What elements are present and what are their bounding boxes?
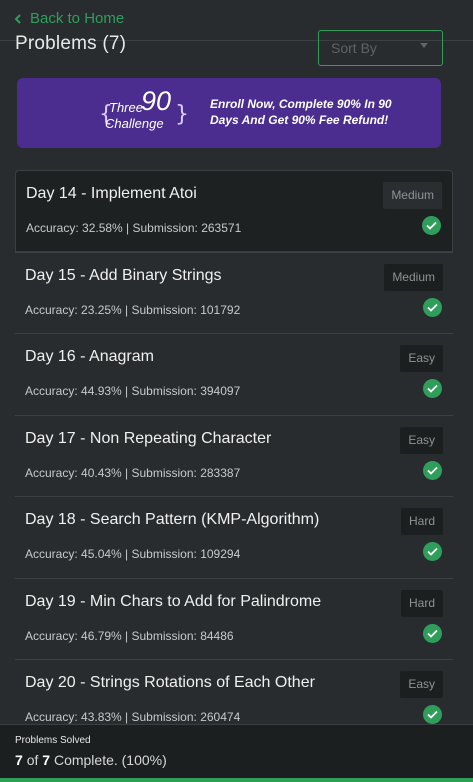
problem-stats: Accuracy: 43.83% | Submission: 260474	[25, 710, 241, 724]
problem-title[interactable]: Day 15 - Add Binary Strings	[25, 267, 222, 285]
solved-check-icon	[423, 379, 442, 398]
solved-check-icon	[423, 705, 442, 724]
progress-bar	[0, 778, 473, 782]
problem-row[interactable]: Day 15 - Add Binary Strings Accuracy: 23.…	[15, 251, 453, 334]
problem-stats: Accuracy: 32.58% | Submission: 263571	[26, 221, 242, 235]
problem-list: Day 14 - Implement Atoi Accuracy: 32.58% …	[15, 170, 453, 741]
problem-title[interactable]: Day 20 - Strings Rotations of Each Other	[25, 674, 315, 692]
page-title: Problems (7)	[15, 33, 127, 54]
solved-check-icon	[422, 216, 441, 235]
difficulty-badge: Medium	[383, 182, 442, 209]
problem-row[interactable]: Day 18 - Search Pattern (KMP-Algorithm) A…	[15, 496, 453, 578]
sort-placeholder: Sort By	[331, 40, 377, 56]
problem-title[interactable]: Day 17 - Non Repeating Character	[25, 430, 271, 448]
difficulty-badge: Medium	[384, 263, 443, 291]
chevron-left-icon	[14, 13, 21, 24]
problem-stats: Accuracy: 23.25% | Submission: 101792	[25, 302, 241, 317]
problems-solved-label: Problems Solved	[15, 735, 91, 746]
caret-down-icon	[420, 43, 428, 48]
problem-row[interactable]: Day 14 - Implement Atoi Accuracy: 32.58% …	[15, 170, 453, 252]
solved-check-icon	[423, 542, 442, 561]
banner-text: Enroll Now, Complete 90% In 90 Days And …	[210, 97, 392, 127]
solved-check-icon	[423, 297, 442, 317]
promo-banner[interactable]: { Three 90 Challenge } Enroll Now, Compl…	[17, 78, 441, 148]
problem-title[interactable]: Day 14 - Implement Atoi	[26, 185, 197, 203]
progress-footer: Problems Solved 7 of 7 Complete. (100%)	[0, 724, 473, 782]
problem-stats: Accuracy: 44.93% | Submission: 394097	[25, 384, 241, 398]
problem-row[interactable]: Day 19 - Min Chars to Add for Palindrome…	[15, 577, 453, 660]
sort-dropdown[interactable]: Sort By	[318, 30, 443, 66]
progress-status: 7 of 7 Complete. (100%)	[15, 752, 167, 768]
problem-title[interactable]: Day 18 - Search Pattern (KMP-Algorithm)	[25, 511, 319, 529]
back-to-home-link[interactable]: Back to Home	[14, 10, 124, 27]
of-text: of	[26, 752, 39, 768]
complete-text: Complete. (100%)	[53, 752, 167, 768]
solved-count: 7	[15, 752, 23, 768]
back-label: Back to Home	[30, 10, 125, 27]
problem-stats: Accuracy: 45.04% | Submission: 109294	[25, 547, 241, 561]
problem-row[interactable]: Day 17 - Non Repeating Character Accuracy…	[15, 414, 453, 497]
difficulty-badge: Hard	[400, 589, 443, 617]
total-count: 7	[42, 752, 51, 768]
problem-row[interactable]: Day 16 - Anagram Accuracy: 44.93% | Submi…	[15, 333, 453, 415]
solved-check-icon	[423, 460, 442, 480]
problem-title[interactable]: Day 19 - Min Chars to Add for Palindrome	[25, 593, 321, 611]
difficulty-badge: Easy	[400, 671, 443, 698]
three-90-challenge-logo: { Three 90 Challenge }	[99, 86, 189, 131]
app-root: Back to Home Problems (7) Sort By { Thre…	[0, 0, 473, 782]
difficulty-badge: Hard	[400, 508, 443, 535]
problem-stats: Accuracy: 40.43% | Submission: 283387	[25, 465, 241, 480]
problem-stats: Accuracy: 46.79% | Submission: 84486	[25, 628, 234, 643]
difficulty-badge: Easy	[400, 345, 443, 372]
difficulty-badge: Easy	[400, 426, 443, 454]
problem-title[interactable]: Day 16 - Anagram	[25, 348, 154, 366]
solved-check-icon	[423, 623, 442, 643]
